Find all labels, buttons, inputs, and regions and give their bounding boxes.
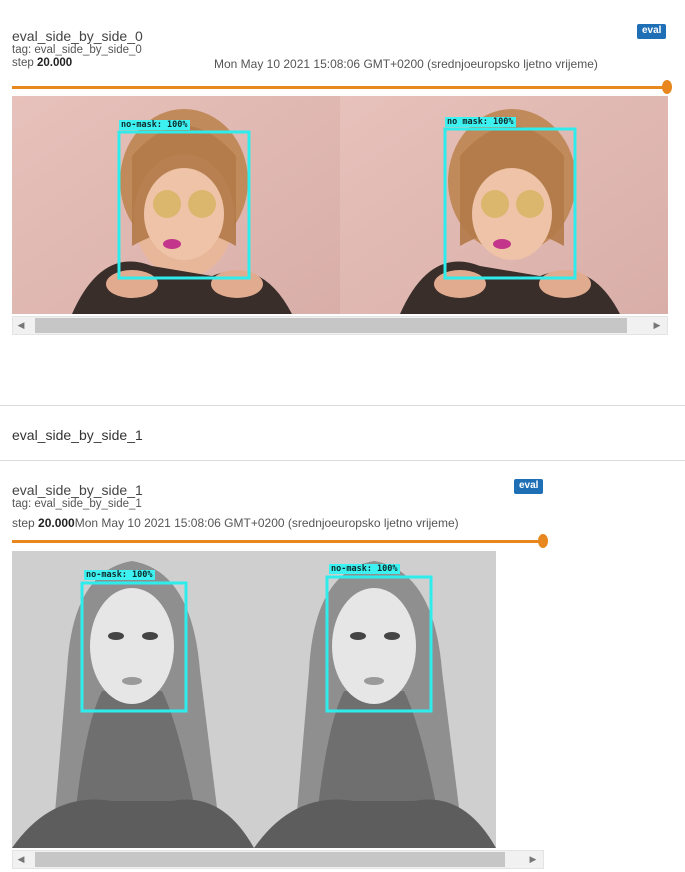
- scroll-thumb[interactable]: [35, 318, 627, 333]
- section-title[interactable]: eval_side_by_side_1: [12, 427, 143, 443]
- scroll-left-icon[interactable]: ◀: [13, 851, 29, 868]
- step-slider-track[interactable]: [12, 86, 668, 89]
- panel-right: [340, 96, 668, 314]
- card-step: step 20.000: [12, 57, 72, 70]
- panel-left: [12, 551, 254, 848]
- scroll-right-icon[interactable]: ▶: [525, 851, 541, 868]
- card-title: eval_side_by_side_0: [12, 28, 143, 44]
- run-badge: eval: [637, 24, 667, 39]
- scroll-right-icon[interactable]: ▶: [649, 317, 665, 334]
- card-step: step 20.000Mon May 10 2021 15:08:06 GMT+…: [12, 517, 459, 530]
- horizontal-scrollbar[interactable]: ◀ ▶: [12, 316, 668, 335]
- card-timestamp: Mon May 10 2021 15:08:06 GMT+0200 (sredn…: [74, 516, 459, 530]
- step-slider-thumb[interactable]: [662, 80, 672, 94]
- scroll-thumb[interactable]: [35, 852, 505, 867]
- card-tag: tag: eval_side_by_side_0: [12, 44, 142, 56]
- run-badge: eval: [514, 479, 544, 494]
- detection-label: no-mask: 100%: [329, 564, 400, 574]
- image-canvas: [12, 551, 496, 848]
- step-label: step: [12, 57, 34, 69]
- card-tag: tag: eval_side_by_side_1: [12, 498, 142, 510]
- detection-label: no-mask: 100%: [84, 570, 155, 580]
- step-slider-track[interactable]: [12, 540, 544, 543]
- horizontal-scrollbar[interactable]: ◀ ▶: [12, 850, 544, 869]
- section-divider: [0, 460, 685, 461]
- section-divider: [0, 405, 685, 406]
- card-timestamp: Mon May 10 2021 15:08:06 GMT+0200 (sredn…: [214, 57, 598, 71]
- side-by-side-image: no-mask: 100% no mask: 100%: [12, 96, 668, 314]
- panel-right: [254, 551, 496, 848]
- detection-label: no-mask: 100%: [119, 120, 190, 130]
- step-label: step: [12, 516, 35, 530]
- image-canvas: [12, 96, 668, 314]
- side-by-side-image: no-mask: 100% no-mask: 100%: [12, 551, 496, 848]
- detection-label: no mask: 100%: [445, 117, 516, 127]
- step-value: 20.000: [36, 57, 73, 69]
- step-slider-thumb[interactable]: [538, 534, 548, 548]
- scroll-left-icon[interactable]: ◀: [13, 317, 29, 334]
- card-title: eval_side_by_side_1: [12, 482, 143, 498]
- step-value: 20.000: [38, 516, 75, 530]
